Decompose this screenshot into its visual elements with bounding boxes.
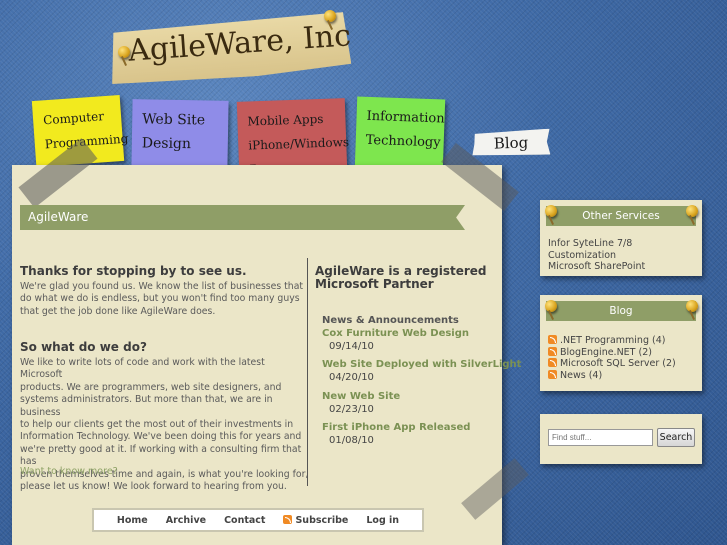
nav-blog[interactable]: Blog (472, 129, 551, 158)
what-we-do-heading: So what do we do? (20, 340, 147, 354)
welcome-paragraph: We're glad you found us. We know the lis… (20, 281, 305, 318)
rss-icon (548, 369, 557, 379)
footer-link-subscribe[interactable]: Subscribe (283, 514, 349, 526)
news-item-title[interactable]: First iPhone App Released (322, 422, 470, 433)
nav-mobile-apps[interactable]: Mobile Apps iPhone/Windows 7 (236, 98, 349, 177)
blog-category-item[interactable]: Microsoft SQL Server (2) (548, 358, 694, 370)
text-line: Information Technology. We've been doing… (20, 431, 302, 443)
nav-label-line2: Technology (365, 132, 441, 151)
column-divider (307, 258, 308, 486)
service-item[interactable]: Infor SyteLine 7/8 Customization (548, 238, 694, 261)
blog-panel: Blog .NET Programming (4) BlogEngine.NET… (540, 295, 702, 391)
news-item-title[interactable]: Cox Furniture Web Design (322, 328, 469, 339)
text-line: please let us know! We look forward to h… (20, 481, 287, 493)
footer-link-archive[interactable]: Archive (166, 515, 206, 526)
service-item[interactable]: Microsoft SharePoint (548, 261, 694, 273)
welcome-heading: Thanks for stopping by to see us. (20, 264, 247, 278)
text-line: systems administrators. But more than th… (20, 394, 273, 418)
text-line: do what we do is endless, but you won't … (20, 293, 300, 305)
footer-link-login[interactable]: Log in (366, 515, 399, 526)
news-item-date: 09/14/10 (329, 341, 374, 352)
pushpin-icon (324, 10, 336, 22)
rss-icon (548, 335, 557, 344)
blog-category-item[interactable]: BlogEngine.NET (2) (548, 346, 694, 359)
footer-link-home[interactable]: Home (117, 515, 148, 526)
footer-link-contact[interactable]: Contact (224, 515, 265, 526)
text-line: We like to write lots of code and work w… (20, 357, 265, 381)
news-item-date: 02/23/10 (329, 404, 374, 415)
pushpin-icon (686, 205, 698, 217)
news-item-title[interactable]: Web Site Deployed with SilverLight (322, 359, 521, 370)
text-line: that get the job done like AgileWare doe… (20, 305, 216, 317)
text-line: we're pretty good at it. If working with… (20, 443, 302, 468)
search-input[interactable] (548, 429, 653, 446)
nav-information-technology[interactable]: Information Technology (354, 96, 446, 172)
nav-label-line1: Web Site (142, 111, 206, 129)
nav-web-site-design[interactable]: Web Site Design (131, 99, 229, 169)
blog-category-item[interactable]: .NET Programming (4) (548, 335, 694, 347)
partner-heading-line1: AgileWare is a registered (315, 264, 487, 278)
nav-label-line1: Mobile Apps (247, 111, 324, 129)
content-banner: AgileWare (20, 205, 465, 230)
footer-nav: Home Archive Contact Subscribe Log in (92, 508, 424, 532)
search-button[interactable]: Search (657, 428, 695, 447)
news-item-date: 04/20/10 (329, 372, 374, 383)
text-line: to help our clients get the most out of … (20, 419, 294, 431)
blog-category-item[interactable]: News (4) (548, 369, 694, 382)
blog-category-label: Microsoft SQL Server (2) (560, 358, 676, 369)
news-heading: News & Announcements (322, 315, 459, 326)
pushpin-icon (686, 300, 698, 312)
pushpin-icon (545, 205, 557, 217)
news-item-title[interactable]: New Web Site (322, 391, 400, 402)
other-services-panel: Other Services Infor SyteLine 7/8 Custom… (540, 200, 702, 276)
text-line: We're glad you found us. We know the lis… (20, 281, 304, 292)
blog-title: Blog (546, 301, 696, 321)
blog-category-label: News (4) (560, 369, 603, 381)
pushpin-icon (545, 300, 557, 312)
want-to-know-more-link[interactable]: Want to know more? (20, 466, 118, 477)
other-services-title: Other Services (546, 206, 696, 226)
subscribe-label: Subscribe (295, 514, 349, 526)
pushpin-icon (118, 46, 130, 58)
text-line: products. We are programmers, web site d… (20, 381, 282, 393)
partner-heading-line2: Microsoft Partner (315, 277, 434, 291)
nav-label-line2: Design (141, 135, 192, 153)
rss-icon (283, 514, 293, 524)
nav-label-line1: Information (366, 108, 445, 127)
news-item-date: 01/08/10 (329, 435, 374, 446)
rss-icon (548, 346, 557, 356)
rss-icon (548, 358, 557, 367)
blog-category-label: .NET Programming (4) (560, 335, 666, 346)
blog-category-label: BlogEngine.NET (2) (560, 346, 652, 358)
